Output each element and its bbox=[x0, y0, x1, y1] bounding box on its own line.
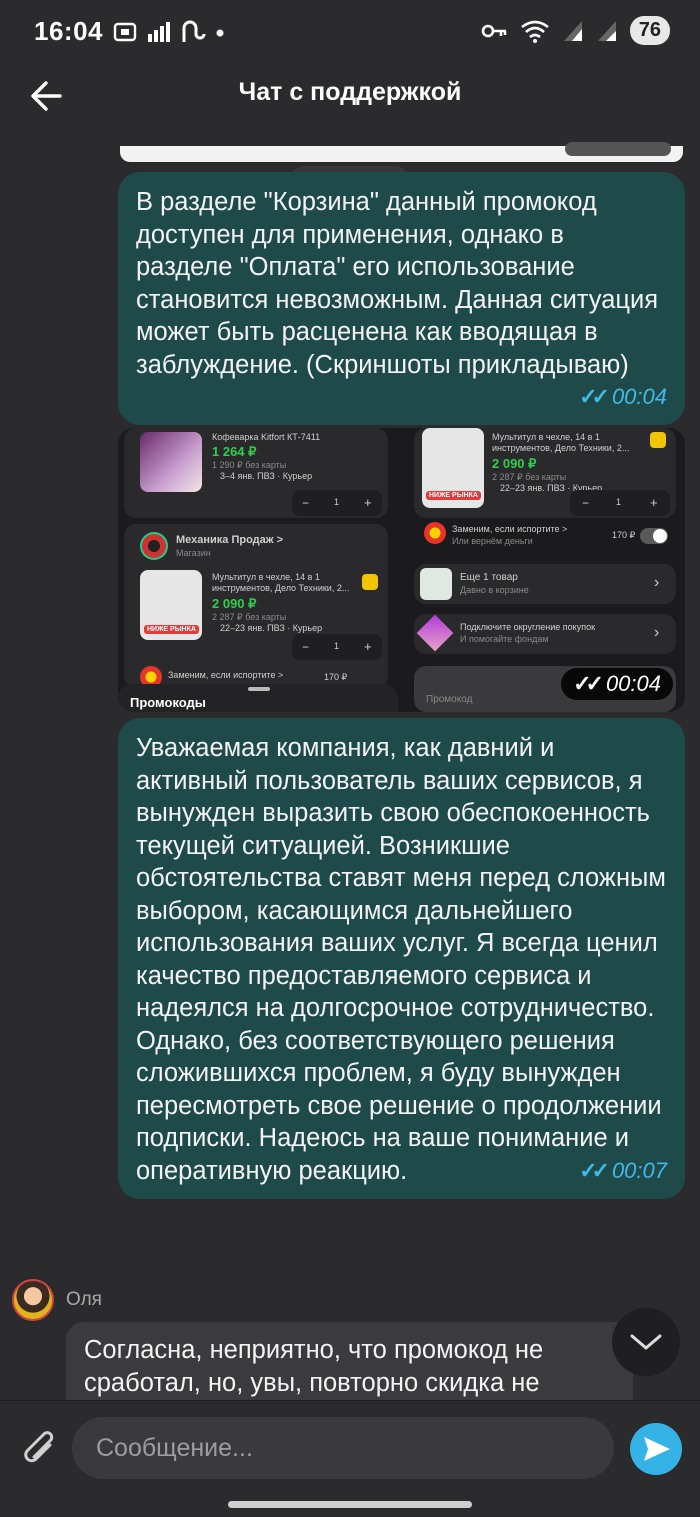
checkbox-checked[interactable] bbox=[362, 574, 378, 590]
more-subtitle: Давно в корзине bbox=[460, 585, 529, 595]
qty-value: 1 bbox=[616, 497, 622, 507]
status-time: 16:04 bbox=[34, 16, 103, 46]
paperclip-icon bbox=[24, 1431, 54, 1463]
item-old-price: 2 287 ₽ без карты bbox=[212, 612, 287, 622]
signal-icon bbox=[148, 22, 170, 42]
chat-screen: 16:04 76 Чат с поддержкой Сегодня В разд… bbox=[0, 0, 700, 1517]
sheet-title: Промокоды bbox=[130, 695, 206, 710]
qty-value: 1 bbox=[334, 641, 340, 651]
cart-item-card: Кофеварка Kitfort КТ-7411 1 264 ₽ 1 290 … bbox=[124, 428, 388, 518]
composer bbox=[0, 1400, 700, 1517]
chevron-right-icon: › bbox=[654, 624, 660, 641]
replace-label: Заменим, если испортите > bbox=[452, 524, 568, 534]
shop-card: Механика Продаж > Магазин НИЖЕ РЫНКА Мул… bbox=[124, 524, 388, 688]
wifi-icon bbox=[520, 20, 549, 43]
replace-price: 170 ₽ bbox=[612, 530, 636, 540]
sticker: НИЖЕ РЫНКА bbox=[426, 491, 481, 500]
scroll-down-button[interactable] bbox=[612, 1308, 680, 1376]
item-name: Мультитул в чехле, 14 в 1 инструментов, … bbox=[212, 572, 350, 593]
message-text: Уважаемая компания, как давний и активны… bbox=[136, 734, 666, 1185]
qty-value: 1 bbox=[334, 497, 340, 507]
item-old-price: 2 287 ₽ без карты bbox=[492, 472, 567, 482]
replace-price: 170 ₽ bbox=[324, 672, 348, 682]
round-up-row[interactable]: Подключите округление покупок И помогайт… bbox=[414, 614, 676, 654]
more-title: Еще 1 товар bbox=[460, 572, 518, 583]
status-bar: 16:04 76 bbox=[0, 0, 700, 62]
message-time: 00:04 bbox=[611, 384, 667, 409]
dot-icon bbox=[216, 29, 224, 37]
attach-button[interactable] bbox=[22, 1429, 60, 1469]
message-time: 00:07 bbox=[611, 1157, 667, 1183]
item-delivery: 22–23 янв. ПВЗ · Курьер bbox=[220, 623, 323, 633]
bike-thumbnail bbox=[420, 568, 452, 600]
app-icon bbox=[182, 20, 206, 42]
message-input[interactable] bbox=[72, 1417, 614, 1479]
replace-toggle[interactable] bbox=[640, 528, 668, 544]
message-text: В разделе "Корзина" данный промокод дост… bbox=[136, 188, 659, 379]
promo-sheet[interactable]: Промокоды bbox=[118, 684, 398, 712]
replace-subtitle: Или вернём деньги bbox=[452, 536, 533, 546]
status-left-icons bbox=[112, 20, 226, 44]
message-text: Согласна, неприятно, что промокод не сра… bbox=[84, 1336, 544, 1397]
home-indicator[interactable] bbox=[228, 1501, 472, 1508]
replace-label: Заменим, если испортите > bbox=[168, 670, 284, 680]
shop-subtitle: Магазин bbox=[176, 548, 211, 558]
chevron-down-icon bbox=[630, 1334, 662, 1350]
incoming-message[interactable]: Согласна, неприятно, что промокод не сра… bbox=[66, 1322, 633, 1400]
message-list[interactable]: Сегодня В разделе "Корзина" данный промо… bbox=[0, 128, 700, 1400]
round-title: Подключите округление покупок bbox=[460, 622, 596, 632]
screen-record-icon bbox=[113, 22, 137, 42]
cell-signal-icon bbox=[563, 20, 582, 41]
read-ticks-icon: ✓✓ bbox=[579, 1157, 610, 1183]
checkbox-checked[interactable] bbox=[650, 432, 666, 448]
send-button[interactable] bbox=[630, 1423, 682, 1475]
status-right-icons: 76 bbox=[480, 16, 670, 45]
chat-header: Чат с поддержкой bbox=[0, 62, 700, 128]
more-items-row[interactable]: Еще 1 товар Давно в корзине › bbox=[414, 564, 676, 604]
item-price: 2 090 ₽ bbox=[212, 596, 257, 611]
image-time-badge: ✓✓ 00:04 bbox=[561, 668, 673, 700]
message-time: 00:04 bbox=[605, 671, 661, 696]
qty-stepper[interactable]: − 1 + bbox=[292, 634, 382, 660]
promo-placeholder: Промокод bbox=[426, 694, 473, 705]
product-image: НИЖЕ РЫНКА bbox=[140, 570, 202, 640]
item-price: 1 264 ₽ bbox=[212, 444, 257, 459]
round-up-icon bbox=[416, 614, 454, 652]
sender-row: Оля bbox=[12, 1278, 102, 1322]
qty-stepper[interactable]: − 1 + bbox=[292, 490, 382, 516]
page-title: Чат с поддержкой bbox=[238, 78, 462, 106]
battery-indicator: 76 bbox=[629, 16, 670, 45]
previous-message-edge bbox=[120, 142, 683, 162]
chevron-right-icon: › bbox=[654, 574, 660, 591]
product-image: НИЖЕ РЫНКА bbox=[422, 428, 484, 508]
send-icon bbox=[644, 1437, 670, 1461]
screenshot-left[interactable]: Кофеварка Kitfort КТ-7411 1 264 ₽ 1 290 … bbox=[118, 428, 398, 712]
message-meta: ✓✓ 00:04 bbox=[579, 381, 667, 413]
avatar[interactable] bbox=[12, 1279, 54, 1321]
qty-stepper[interactable]: − 1 + bbox=[570, 490, 670, 516]
shop-logo bbox=[140, 532, 168, 560]
item-name: Мультитул в чехле, 14 в 1 инструментов, … bbox=[492, 432, 630, 453]
outgoing-message[interactable]: Уважаемая компания, как давний и активны… bbox=[118, 718, 685, 1199]
sheet-handle[interactable] bbox=[248, 687, 270, 691]
item-name: Кофеварка Kitfort КТ-7411 bbox=[212, 432, 321, 442]
item-delivery: 3–4 янв. ПВЗ · Курьер bbox=[220, 471, 313, 481]
read-ticks-icon: ✓✓ bbox=[573, 671, 604, 696]
sender-name: Оля bbox=[66, 1289, 102, 1310]
outgoing-message[interactable]: В разделе "Корзина" данный промокод дост… bbox=[118, 172, 685, 425]
cell-signal-2-icon bbox=[597, 20, 616, 41]
key-icon bbox=[481, 24, 507, 37]
sticker: НИЖЕ РЫНКА bbox=[144, 625, 199, 634]
image-attachment-group[interactable]: Кофеварка Kitfort КТ-7411 1 264 ₽ 1 290 … bbox=[118, 428, 685, 712]
replace-icon bbox=[424, 522, 446, 544]
product-image bbox=[140, 432, 202, 492]
item-price: 2 090 ₽ bbox=[492, 456, 537, 471]
message-meta: ✓✓ 00:07 bbox=[579, 1155, 667, 1187]
item-old-price: 1 290 ₽ без карты bbox=[212, 460, 287, 470]
shop-name: Механика Продаж > bbox=[176, 534, 284, 546]
read-ticks-icon: ✓✓ bbox=[579, 384, 610, 409]
round-subtitle: И помогайте фондам bbox=[460, 634, 549, 644]
